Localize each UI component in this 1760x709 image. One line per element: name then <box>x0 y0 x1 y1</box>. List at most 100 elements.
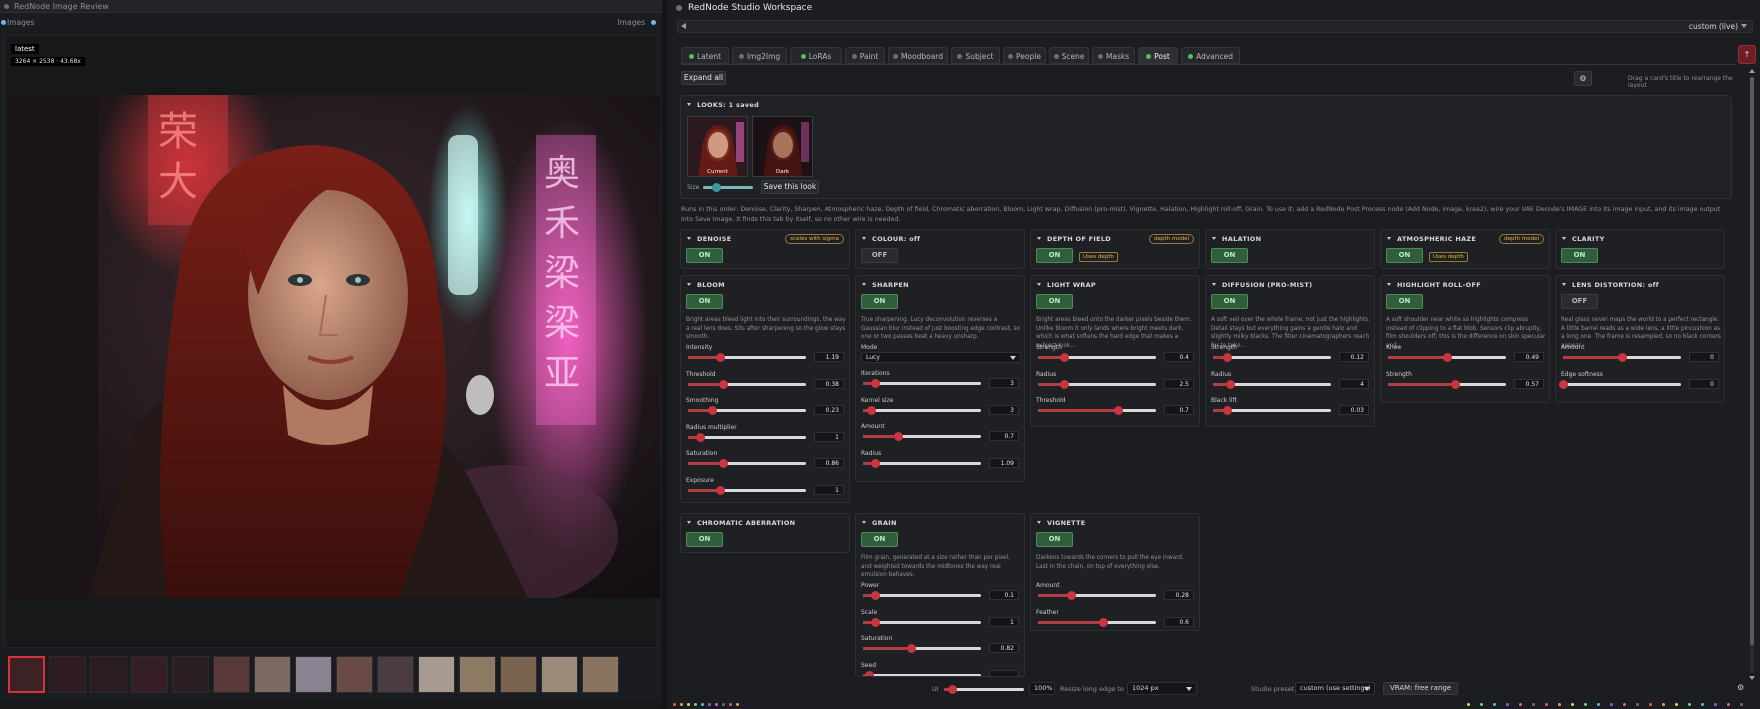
tab-people[interactable]: People <box>1003 47 1046 64</box>
tab-moodboard[interactable]: Moodboard <box>888 47 948 64</box>
param-slider-knob[interactable] <box>1443 353 1452 362</box>
images-input-dot[interactable] <box>1 20 6 25</box>
scroll-up-arrow-icon[interactable] <box>1749 69 1755 73</box>
param-slider-knob[interactable] <box>870 458 880 468</box>
param-slider[interactable] <box>688 406 806 415</box>
param-slider[interactable] <box>863 405 981 415</box>
thumbnail-2[interactable] <box>49 656 86 693</box>
expand-all-button[interactable]: Expand all <box>681 71 726 85</box>
param-slider-knob[interactable] <box>870 379 880 388</box>
param-slider-knob[interactable] <box>894 432 904 441</box>
save-look-button[interactable]: Save this look <box>761 180 819 194</box>
param-value[interactable] <box>989 669 1019 676</box>
param-slider-knob[interactable] <box>1067 591 1077 600</box>
param-slider[interactable] <box>863 458 981 468</box>
mode-select[interactable]: Lucy <box>861 352 1021 363</box>
thumbnail-15[interactable] <box>582 656 619 693</box>
param-slider[interactable] <box>863 591 981 600</box>
image-viewer[interactable]: latest 3264 × 2538 · 43.68x 荣 大 奥 禾 梁 梁 … <box>4 35 660 648</box>
param-value[interactable]: 4 <box>1339 378 1369 389</box>
scroll-down-arrow-icon[interactable] <box>1749 676 1755 680</box>
param-slider-knob[interactable] <box>864 670 874 676</box>
card-title-sharpen[interactable]: SHARPEN <box>862 281 909 289</box>
param-value[interactable]: 1.19 <box>814 352 844 362</box>
param-value[interactable]: 0.57 <box>1514 378 1544 389</box>
images-output-dot[interactable] <box>651 20 656 25</box>
toggle-halation[interactable]: ON <box>1211 248 1248 263</box>
thumbnail-1[interactable] <box>8 656 45 693</box>
param-slider[interactable] <box>688 459 806 468</box>
param-slider-knob[interactable] <box>695 432 705 442</box>
toggle-rolloff[interactable]: ON <box>1386 294 1423 309</box>
param-value[interactable]: 0 <box>1689 378 1719 389</box>
param-slider[interactable] <box>1559 379 1681 389</box>
look-size-slider[interactable] <box>703 183 753 192</box>
param-slider-knob[interactable] <box>870 591 880 600</box>
thumbnail-8[interactable] <box>295 656 332 693</box>
param-value[interactable]: 0 <box>1689 352 1719 362</box>
card-title-bloom[interactable]: BLOOM <box>687 281 725 289</box>
card-title-vignette[interactable]: VIGNETTE <box>1037 519 1086 527</box>
toggle-haze[interactable]: ON <box>1386 248 1423 263</box>
param-value[interactable]: 3 <box>989 378 1019 388</box>
scroll-up-button[interactable]: ↑ <box>1738 45 1756 64</box>
card-title-colour[interactable]: COLOUR: off <box>862 235 920 243</box>
tab-img2img[interactable]: Img2Img <box>732 47 787 64</box>
param-slider-knob[interactable] <box>715 485 725 495</box>
param-slider-knob[interactable] <box>1098 617 1108 627</box>
param-slider[interactable] <box>688 353 806 362</box>
resize-select[interactable]: 1024 px <box>1127 682 1197 695</box>
toggle-grain[interactable]: ON <box>861 532 898 547</box>
param-slider[interactable] <box>688 432 806 442</box>
param-slider[interactable] <box>1388 353 1506 362</box>
ui-scale-knob[interactable] <box>948 685 957 694</box>
toggle-lightwrap[interactable]: ON <box>1036 294 1073 309</box>
vertical-scrollbar[interactable] <box>1747 69 1756 681</box>
card-title-halation[interactable]: HALATION <box>1212 235 1261 243</box>
scroll-thumb[interactable] <box>1750 77 1754 645</box>
tab-scene[interactable]: Scene <box>1049 47 1089 64</box>
toggle-bloom[interactable]: ON <box>686 294 723 309</box>
param-slider-knob[interactable] <box>867 405 877 415</box>
preset-left-arrow-icon[interactable] <box>681 23 686 29</box>
toggle-sharpen[interactable]: ON <box>861 294 898 309</box>
thumbnail-4[interactable] <box>131 656 168 693</box>
param-value[interactable]: 0.6 <box>1164 616 1194 627</box>
param-slider-knob[interactable] <box>1223 353 1233 362</box>
param-value[interactable]: 0.03 <box>1339 405 1369 415</box>
param-value[interactable]: 0.28 <box>1164 590 1194 600</box>
chevron-down-icon[interactable] <box>1741 24 1747 28</box>
param-value[interactable]: 0.23 <box>814 405 844 415</box>
param-slider-knob[interactable] <box>1223 406 1233 415</box>
param-slider[interactable] <box>863 379 981 388</box>
param-slider[interactable] <box>1388 379 1506 389</box>
param-slider[interactable] <box>1563 353 1681 362</box>
param-value[interactable]: 1 <box>814 431 844 442</box>
tab-post[interactable]: Post <box>1138 47 1178 64</box>
tab-paint[interactable]: Paint <box>845 47 885 64</box>
param-slider-knob[interactable] <box>1114 406 1124 415</box>
toggle-vignette[interactable]: ON <box>1036 532 1073 547</box>
param-slider[interactable] <box>688 485 806 495</box>
card-title-diffusion[interactable]: DIFFUSION (PRO-MIST) <box>1212 281 1312 289</box>
toggle-lens[interactable]: OFF <box>1561 294 1598 309</box>
tab-subject[interactable]: Subject <box>951 47 1000 64</box>
thumbnail-12[interactable] <box>459 656 496 693</box>
toggle-denoise[interactable]: ON <box>686 248 723 263</box>
thumbnail-3[interactable] <box>90 656 127 693</box>
gear-icon[interactable]: ⚙ <box>1737 683 1744 692</box>
thumbnail-7[interactable] <box>254 656 291 693</box>
thumbnail-5[interactable] <box>172 656 209 693</box>
card-title-denoise[interactable]: DENOISE <box>687 235 731 243</box>
param-slider-knob[interactable] <box>1618 353 1627 362</box>
look-size-knob[interactable] <box>711 183 721 192</box>
ui-scale-slider[interactable] <box>944 685 1024 694</box>
param-slider[interactable] <box>1038 617 1156 627</box>
param-slider[interactable] <box>1038 406 1156 415</box>
param-slider-knob[interactable] <box>707 406 717 415</box>
param-slider-knob[interactable] <box>715 353 725 362</box>
param-value[interactable]: 1 <box>814 484 844 495</box>
tab-loras[interactable]: LoRAs <box>790 47 842 64</box>
gear-icon[interactable]: ⚙ <box>1574 71 1592 86</box>
ui-scale-value[interactable]: 100% <box>1029 682 1055 695</box>
